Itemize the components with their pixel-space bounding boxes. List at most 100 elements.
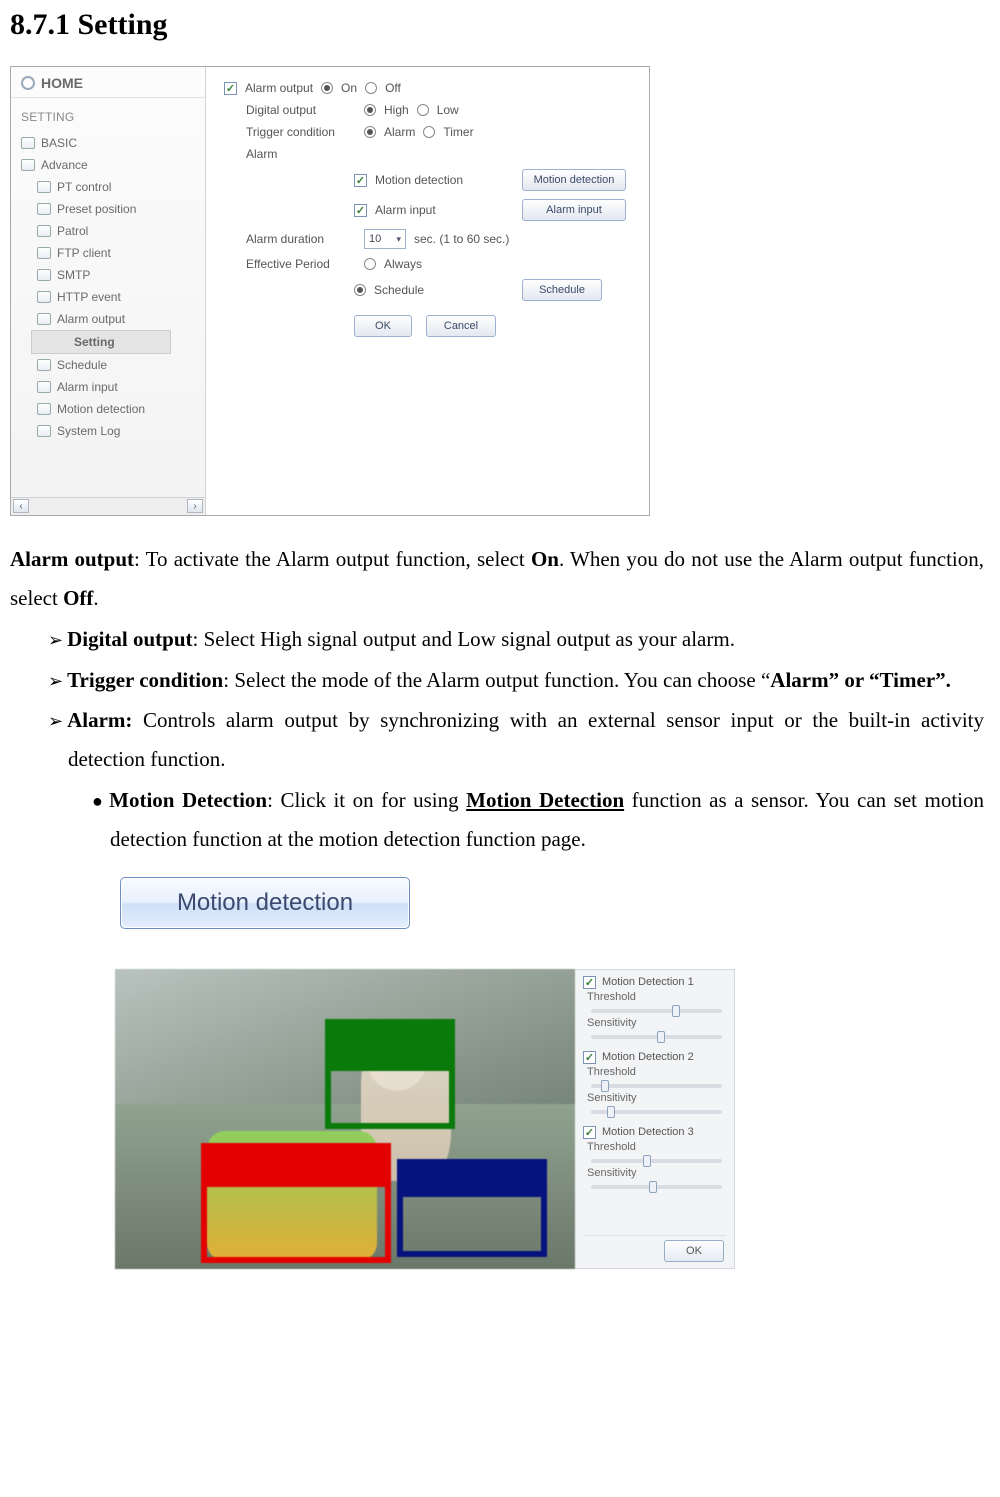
motion-detection-panel: Motion Detection 1 Threshold Sensitivity…	[575, 969, 735, 1269]
page-icon	[37, 269, 51, 281]
page-icon	[37, 181, 51, 193]
alarm-output-on-radio[interactable]	[321, 82, 333, 94]
page-title: 8.7.1 Setting	[10, 8, 984, 42]
video-preview[interactable]	[115, 969, 575, 1269]
text: : Select the mode of the Alarm output fu…	[223, 668, 770, 692]
motion-detection-button[interactable]: Motion detection	[522, 169, 626, 191]
md2-threshold-label: Threshold	[587, 1066, 726, 1078]
alarm-duration-select[interactable]: 10 ▾	[364, 229, 406, 249]
radio-label: Schedule	[374, 283, 424, 297]
md2-threshold-slider[interactable]	[591, 1084, 722, 1088]
sidebar-item-schedule[interactable]: Schedule	[11, 354, 205, 376]
motion-detection-checkbox[interactable]	[354, 174, 367, 187]
sidebar-item-label: BASIC	[41, 136, 77, 150]
md1-sensitivity-slider[interactable]	[591, 1035, 722, 1039]
page-icon	[37, 203, 51, 215]
md3-checkbox[interactable]	[583, 1126, 596, 1139]
sidebar-item-label: Alarm output	[57, 312, 125, 326]
text: Controls alarm output by synchronizing w…	[68, 708, 984, 771]
slider-thumb[interactable]	[601, 1080, 609, 1092]
scroll-right-icon[interactable]: ›	[187, 499, 203, 513]
bullet-trigger-condition: ➢Trigger condition: Select the mode of t…	[10, 661, 984, 700]
sidebar-item-label: HTTP event	[57, 290, 121, 304]
sidebar-item-advance[interactable]: Advance	[11, 154, 205, 176]
md-group-1: Motion Detection 1 Threshold Sensitivity	[583, 976, 726, 1047]
row-trigger-condition: Trigger condition Alarm Timer	[224, 121, 639, 143]
md3-threshold-slider[interactable]	[591, 1159, 722, 1163]
alarm-input-button[interactable]: Alarm input	[522, 199, 626, 221]
slider-thumb[interactable]	[649, 1181, 657, 1193]
slider-thumb[interactable]	[643, 1155, 651, 1167]
sidebar-item-preset-position[interactable]: Preset position	[11, 198, 205, 220]
sidebar-item-alarm-output[interactable]: Alarm output	[11, 308, 205, 330]
h-scrollbar[interactable]: ‹ ›	[11, 497, 205, 515]
sidebar-item-patrol[interactable]: Patrol	[11, 220, 205, 242]
md2-sensitivity-slider[interactable]	[591, 1110, 722, 1114]
sidebar-item-system-log[interactable]: System Log	[11, 420, 205, 442]
effective-schedule-radio[interactable]	[354, 284, 366, 296]
sidebar-item-pt-control[interactable]: PT control	[11, 176, 205, 198]
trigger-timer-radio[interactable]	[423, 126, 435, 138]
effective-period-label: Effective Period	[246, 257, 356, 271]
slider-thumb[interactable]	[657, 1031, 665, 1043]
md-ok-button[interactable]: OK	[664, 1240, 724, 1262]
arrow-icon: ➢	[48, 630, 67, 650]
row-motion-detection: Motion detection Motion detection	[224, 165, 639, 195]
sidebar-item-http-event[interactable]: HTTP event	[11, 286, 205, 308]
page-icon	[37, 247, 51, 259]
md3-sensitivity-slider[interactable]	[591, 1185, 722, 1189]
detection-region-3[interactable]	[397, 1159, 547, 1257]
radio-label: Always	[384, 257, 422, 271]
trigger-alarm-radio[interactable]	[364, 126, 376, 138]
row-alarm-duration: Alarm duration 10 ▾ sec. (1 to 60 sec.)	[224, 225, 639, 253]
sidebar-home[interactable]: HOME	[11, 67, 205, 98]
md1-checkbox[interactable]	[583, 976, 596, 989]
schedule-button[interactable]: Schedule	[522, 279, 602, 301]
row-alarm-input: Alarm input Alarm input	[224, 195, 639, 225]
detection-region-2[interactable]	[201, 1143, 391, 1263]
alarm-duration-label: Alarm duration	[246, 232, 356, 246]
text-bold: On	[531, 547, 559, 571]
ok-button[interactable]: OK	[354, 315, 412, 337]
alarm-output-checkbox[interactable]	[224, 82, 237, 95]
alarm-input-checkbox[interactable]	[354, 204, 367, 217]
settings-screenshot: HOME SETTING BASIC Advance PT control Pr…	[10, 66, 650, 516]
md2-title: Motion Detection 2	[602, 1051, 694, 1063]
sidebar-item-label: SMTP	[57, 268, 90, 282]
sidebar-item-alarm-output-setting[interactable]: Setting	[31, 330, 171, 354]
sidebar-item-smtp[interactable]: SMTP	[11, 264, 205, 286]
cancel-button[interactable]: Cancel	[426, 315, 496, 337]
md1-threshold-label: Threshold	[587, 991, 726, 1003]
page-icon	[37, 425, 51, 437]
md2-checkbox[interactable]	[583, 1051, 596, 1064]
effective-always-radio[interactable]	[364, 258, 376, 270]
sidebar-item-ftp-client[interactable]: FTP client	[11, 242, 205, 264]
digital-output-low-radio[interactable]	[417, 104, 429, 116]
sidebar-item-alarm-input[interactable]: Alarm input	[11, 376, 205, 398]
md3-threshold-label: Threshold	[587, 1141, 726, 1153]
motion-detection-large-button[interactable]: Motion detection	[120, 877, 410, 929]
motion-detection-label: Motion detection	[375, 173, 463, 187]
row-digital-output: Digital output High Low	[224, 99, 639, 121]
detection-region-1[interactable]	[325, 1019, 455, 1129]
slider-thumb[interactable]	[607, 1106, 615, 1118]
text-bold: Alarm output	[10, 547, 134, 571]
para-alarm-output: Alarm output: To activate the Alarm outp…	[10, 540, 984, 618]
digital-output-high-radio[interactable]	[364, 104, 376, 116]
scroll-left-icon[interactable]: ‹	[13, 499, 29, 513]
alarm-output-off-radio[interactable]	[365, 82, 377, 94]
bullet-dot-icon: ●	[92, 791, 109, 811]
radio-label: On	[341, 81, 357, 95]
sidebar-item-label: System Log	[57, 424, 120, 438]
radio-label: Low	[437, 103, 459, 117]
trigger-condition-label: Trigger condition	[246, 125, 356, 139]
slider-thumb[interactable]	[672, 1005, 680, 1017]
sidebar-item-motion-detection[interactable]: Motion detection	[11, 398, 205, 420]
sidebar-setting-heading: SETTING	[11, 98, 205, 132]
radio-label: Timer	[443, 125, 473, 139]
md1-threshold-slider[interactable]	[591, 1009, 722, 1013]
text-bold: Trigger condition	[67, 668, 223, 692]
home-icon	[21, 76, 35, 90]
bullet-motion-detection: ●Motion Detection: Click it on for using…	[10, 781, 984, 859]
sidebar-item-basic[interactable]: BASIC	[11, 132, 205, 154]
